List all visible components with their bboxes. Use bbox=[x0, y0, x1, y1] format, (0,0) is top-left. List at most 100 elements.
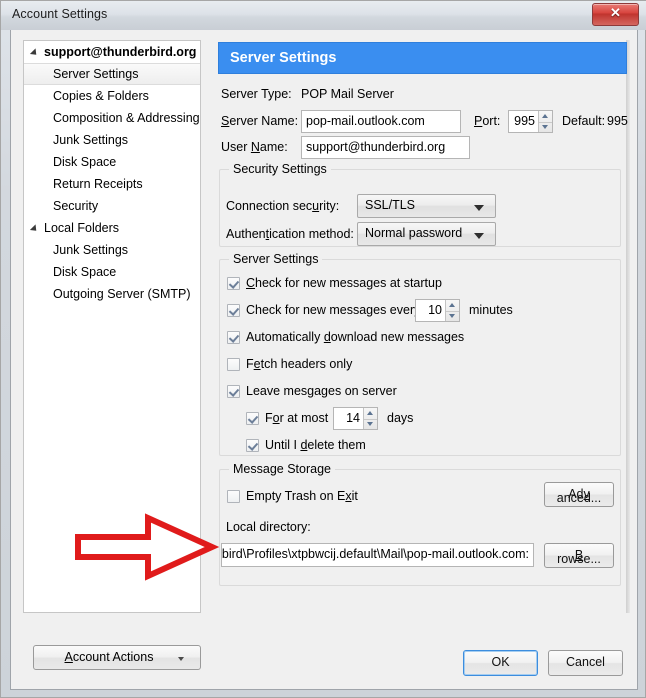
account-actions-label: Account Actions bbox=[64, 650, 154, 664]
tree-twisty-icon[interactable] bbox=[29, 48, 40, 58]
server-settings-title: Server Settings bbox=[229, 252, 323, 266]
minutes-label: minutes bbox=[469, 303, 513, 317]
sidebar-item-junk-settings[interactable]: Junk Settings bbox=[24, 239, 200, 261]
check-every-value: 10 bbox=[428, 303, 442, 317]
sidebar-item-label: Junk Settings bbox=[53, 133, 129, 147]
chevron-down-icon bbox=[178, 657, 184, 661]
leave-messages-checkbox[interactable] bbox=[227, 385, 240, 398]
sidebar-item-label: Return Receipts bbox=[53, 177, 143, 191]
settings-tree[interactable]: support@thunderbird.org Server Settings Co… bbox=[23, 40, 201, 613]
sidebar-item-disk-space[interactable]: Disk Space bbox=[24, 261, 200, 283]
check-every-checkbox[interactable] bbox=[227, 304, 240, 317]
sidebar-item-junk-settings[interactable]: Junk Settings bbox=[24, 129, 200, 151]
sidebar-item-label: Security bbox=[53, 199, 99, 213]
for-at-most-checkbox[interactable] bbox=[246, 412, 259, 425]
account-actions-text: ccount Actions bbox=[72, 650, 154, 664]
port-spin-buttons[interactable] bbox=[538, 111, 552, 132]
sidebar-item-support-thunderbird-org[interactable]: support@thunderbird.org bbox=[24, 41, 200, 63]
sidebar-item-copies-folders[interactable]: Copies & Folders bbox=[24, 85, 200, 107]
connection-security-select[interactable]: SSL/TLS bbox=[357, 194, 496, 218]
ok-button[interactable]: OK bbox=[463, 650, 538, 676]
settings-pane: Server Settings Server Type: POP Mail Se… bbox=[211, 40, 630, 613]
for-at-most-value: 14 bbox=[346, 411, 360, 425]
port-label: Port: bbox=[474, 114, 501, 128]
title-bar: Account Settings ✕ bbox=[1, 1, 646, 30]
sidebar-item-label: Outgoing Server (SMTP) bbox=[53, 287, 191, 301]
window-frame: Account Settings ✕ support@thunderbird.o… bbox=[0, 0, 646, 698]
spinner-down-icon[interactable] bbox=[449, 314, 455, 318]
chevron-down-icon bbox=[474, 205, 484, 211]
local-directory-input[interactable]: :rbird\Profiles\xtpbwcij.default\Mail\po… bbox=[221, 543, 534, 567]
security-settings-title: Security Settings bbox=[229, 162, 331, 176]
fetch-headers-label: Fetch headers only bbox=[246, 357, 353, 371]
check-startup-checkbox[interactable] bbox=[227, 277, 240, 290]
sidebar-item-composition-addressing[interactable]: Composition & Addressing bbox=[24, 107, 200, 129]
tree-twisty-icon[interactable] bbox=[29, 224, 40, 234]
message-storage-title: Message Storage bbox=[229, 462, 335, 476]
until-delete-checkbox[interactable] bbox=[246, 439, 259, 452]
browse-button[interactable]: Browse... bbox=[544, 543, 614, 568]
sidebar-item-outgoing-server-smtp[interactable]: Outgoing Server (SMTP) bbox=[24, 283, 200, 305]
auto-download-label: Automatically download new messages bbox=[246, 330, 465, 344]
sidebar-item-disk-space[interactable]: Disk Space bbox=[24, 151, 200, 173]
server-type-label: Server Type: bbox=[221, 87, 292, 101]
port-spinner[interactable]: 995 bbox=[508, 110, 553, 133]
sidebar-item-label: Local Folders bbox=[44, 221, 120, 235]
check-every-spinner[interactable]: 10 bbox=[415, 299, 460, 322]
advanced-button[interactable]: Adv anced... bbox=[544, 482, 614, 507]
connection-security-value: SSL/TLS bbox=[365, 198, 416, 212]
check-every-label: Check for new messages every bbox=[246, 303, 420, 317]
cancel-button[interactable]: Cancel bbox=[548, 650, 623, 676]
account-settings-window: Account Settings ✕ support@thunderbird.o… bbox=[0, 0, 646, 698]
check-startup-label: Check for new messages at startup bbox=[246, 276, 442, 290]
sidebar-item-label: Composition & Addressing bbox=[53, 111, 200, 125]
account-actions-button[interactable]: Account Actions bbox=[33, 645, 201, 670]
authentication-method-select[interactable]: Normal password bbox=[357, 222, 496, 246]
window-title: Account Settings bbox=[12, 7, 108, 21]
empty-trash-label: Empty Trash on Exit bbox=[246, 489, 358, 503]
browse-button-label: Browse... bbox=[557, 548, 601, 566]
port-value: 995 bbox=[514, 114, 535, 128]
until-delete-label: Until I delete them bbox=[265, 438, 366, 452]
advanced-button-label: Adv anced... bbox=[556, 487, 602, 505]
sidebar-item-server-settings[interactable]: Server Settings bbox=[24, 63, 200, 85]
cancel-button-label: Cancel bbox=[566, 655, 605, 669]
sidebar-item-label: support@thunderbird.org bbox=[44, 45, 197, 59]
chevron-down-icon bbox=[474, 233, 484, 239]
pane-header: Server Settings bbox=[218, 42, 627, 74]
sidebar-item-label: Copies & Folders bbox=[53, 89, 149, 103]
default-port-label: Default: bbox=[562, 114, 606, 128]
for-at-most-spinner[interactable]: 14 bbox=[333, 407, 378, 430]
close-button[interactable]: ✕ bbox=[592, 3, 639, 26]
for-at-most-spin-buttons[interactable] bbox=[363, 408, 377, 429]
page-title: Server Settings bbox=[230, 50, 337, 66]
spinner-down-icon[interactable] bbox=[367, 422, 373, 426]
spinner-up-icon[interactable] bbox=[367, 411, 373, 415]
empty-trash-checkbox[interactable] bbox=[227, 490, 240, 503]
close-icon: ✕ bbox=[610, 5, 621, 20]
spinner-up-icon[interactable] bbox=[542, 114, 548, 118]
dialog-body: support@thunderbird.org Server Settings Co… bbox=[10, 30, 638, 690]
auto-download-checkbox[interactable] bbox=[227, 331, 240, 344]
server-name-label: Server Name: bbox=[221, 114, 299, 128]
local-directory-label: Local directory: bbox=[226, 520, 311, 534]
server-name-input[interactable]: pop-mail.outlook.com bbox=[301, 110, 461, 133]
default-port-value: 995 bbox=[607, 114, 628, 128]
sidebar-item-local-folders[interactable]: Local Folders bbox=[24, 217, 200, 239]
spinner-up-icon[interactable] bbox=[449, 303, 455, 307]
user-name-input[interactable]: support@thunderbird.org bbox=[301, 136, 470, 159]
spinner-down-icon[interactable] bbox=[542, 125, 548, 129]
ok-button-label: OK bbox=[491, 655, 510, 669]
fetch-headers-checkbox[interactable] bbox=[227, 358, 240, 371]
user-name-label: User Name: bbox=[221, 140, 288, 154]
for-at-most-label: For at most bbox=[265, 411, 329, 425]
check-every-spin-buttons[interactable] bbox=[445, 300, 459, 321]
leave-messages-label: Leave mesgages on server bbox=[246, 384, 397, 398]
sidebar-item-security[interactable]: Security bbox=[24, 195, 200, 217]
sidebar-item-return-receipts[interactable]: Return Receipts bbox=[24, 173, 200, 195]
sidebar-item-label: Junk Settings bbox=[53, 243, 129, 257]
sidebar-item-label: Disk Space bbox=[53, 155, 117, 169]
days-label: days bbox=[387, 411, 414, 425]
sidebar-item-label: Disk Space bbox=[53, 265, 117, 279]
authentication-method-label: Authentication method: bbox=[226, 227, 354, 241]
